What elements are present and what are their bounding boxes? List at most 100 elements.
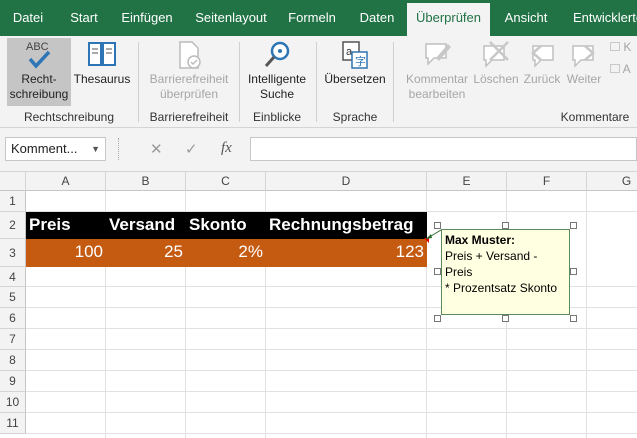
column-header-b[interactable]: B: [106, 172, 186, 191]
row-header-10[interactable]: 10: [0, 392, 26, 413]
next-comment-button[interactable]: Weiter: [564, 38, 604, 87]
show-comment-button[interactable]: K: [610, 40, 631, 54]
smart-lookup-label-2: Suche: [259, 87, 295, 101]
show-all-comments-button[interactable]: A: [610, 62, 631, 76]
column-header-d[interactable]: D: [266, 172, 427, 191]
tab-ueberpruefen[interactable]: Überprüfen: [407, 3, 490, 36]
resize-handle[interactable]: [570, 268, 577, 275]
row-header-11[interactable]: 11: [0, 413, 26, 434]
previous-comment-button[interactable]: Zurück: [520, 38, 564, 87]
tab-seitenlayout[interactable]: Seitenlayout: [184, 0, 278, 36]
cell-c3[interactable]: 2%: [186, 239, 266, 267]
cell-d2[interactable]: Rechnungsbetrag: [266, 212, 427, 239]
cell-a2[interactable]: Preis: [26, 212, 106, 239]
gridline: [26, 433, 637, 434]
gridline: [26, 328, 637, 329]
spelling-check-icon: ABC: [22, 38, 56, 72]
gridline: [26, 412, 637, 413]
group-label-sprache: Sprache: [332, 110, 378, 124]
smart-lookup-button[interactable]: Intelligente Suche: [243, 38, 311, 102]
accessibility-check-button[interactable]: Barrierefreiheit überprüfen: [142, 38, 236, 102]
accessibility-icon: [172, 38, 206, 72]
chevron-down-icon[interactable]: ▼: [91, 138, 100, 160]
gridline: [26, 391, 637, 392]
magnifier-icon: [260, 38, 294, 72]
formula-bar-grip[interactable]: [118, 138, 121, 160]
book-icon: [85, 38, 119, 72]
column-header-a[interactable]: A: [26, 172, 106, 191]
column-header-f[interactable]: F: [507, 172, 587, 191]
spelling-label-2: schreibung: [9, 87, 69, 101]
accessibility-label-2: überprüfen: [159, 87, 219, 101]
formula-bar: Komment... ▼ ✕ ✓ fx: [0, 128, 637, 172]
resize-handle[interactable]: [502, 222, 509, 229]
ribbon: ABC Recht- schreibung Thesaurus Rechtsch…: [0, 36, 637, 128]
tab-entwicklertools[interactable]: Entwicklertools: [562, 0, 637, 36]
edit-comment-label-1: Kommentar: [405, 72, 469, 86]
enter-icon[interactable]: ✓: [185, 140, 198, 158]
row-header-4[interactable]: 4: [0, 267, 26, 287]
resize-handle[interactable]: [502, 315, 509, 322]
row-header-3[interactable]: 3: [0, 239, 26, 267]
tab-start[interactable]: Start: [56, 0, 112, 36]
resize-handle[interactable]: [434, 268, 441, 275]
edit-comment-label-2: bearbeiten: [408, 87, 466, 101]
gridline: [26, 370, 637, 371]
insert-function-icon[interactable]: fx: [221, 140, 232, 157]
group-label-einblicke: Einblicke: [252, 110, 302, 124]
column-header-c[interactable]: C: [186, 172, 266, 191]
row-header-7[interactable]: 7: [0, 329, 26, 350]
group-separator: [316, 42, 317, 122]
comment-box[interactable]: Max Muster: Preis + Versand - Preis * Pr…: [441, 229, 570, 315]
cell-d3[interactable]: 123: [266, 239, 427, 267]
row-header-6[interactable]: 6: [0, 308, 26, 329]
group-separator: [138, 42, 139, 122]
comment-author: Max Muster:: [445, 233, 516, 247]
smart-lookup-label-1: Intelligente: [247, 72, 307, 86]
resize-handle[interactable]: [434, 222, 441, 229]
spelling-button[interactable]: ABC Recht- schreibung: [7, 38, 71, 106]
svg-text:字: 字: [355, 54, 366, 68]
translate-label: Übersetzen: [324, 72, 386, 86]
cell-b3[interactable]: 25: [106, 239, 186, 267]
show-comment-icon: [610, 42, 620, 51]
next-comment-label: Weiter: [566, 72, 602, 86]
thesaurus-button[interactable]: Thesaurus: [72, 38, 132, 87]
row-header-8[interactable]: 8: [0, 350, 26, 371]
translate-button[interactable]: a 字 Übersetzen: [322, 38, 388, 87]
edit-comment-button[interactable]: Kommentar bearbeiten: [402, 38, 472, 102]
row-header-2[interactable]: 2: [0, 212, 26, 239]
row-header-9[interactable]: 9: [0, 371, 26, 392]
thesaurus-label: Thesaurus: [73, 72, 131, 86]
show-all-comments-icon: [610, 64, 620, 73]
tab-daten[interactable]: Daten: [348, 0, 406, 36]
translate-icon: a 字: [338, 38, 372, 72]
tab-formeln[interactable]: Formeln: [278, 0, 346, 36]
show-comment-label: K: [623, 40, 632, 54]
cell-c2[interactable]: Skonto: [186, 212, 266, 239]
tab-einfuegen[interactable]: Einfügen: [112, 0, 182, 36]
cancel-icon[interactable]: ✕: [150, 140, 163, 158]
cell-a3[interactable]: 100: [26, 239, 106, 267]
delete-comment-button[interactable]: Löschen: [472, 38, 520, 87]
resize-handle[interactable]: [434, 315, 441, 322]
previous-comment-label: Zurück: [523, 72, 561, 86]
tab-ansicht[interactable]: Ansicht: [492, 0, 560, 36]
formula-input[interactable]: [250, 137, 637, 161]
resize-handle[interactable]: [570, 222, 577, 229]
name-box-value: Komment...: [11, 141, 78, 156]
svg-text:ABC: ABC: [26, 41, 49, 53]
cell-b2[interactable]: Versand: [106, 212, 186, 239]
tab-datei[interactable]: Datei: [0, 0, 56, 36]
name-box[interactable]: Komment... ▼: [5, 137, 106, 161]
edit-comment-icon: [420, 38, 454, 72]
row-header-1[interactable]: 1: [0, 191, 26, 212]
column-header-g[interactable]: G: [587, 172, 637, 191]
resize-handle[interactable]: [570, 315, 577, 322]
comment-line-2: * Prozentsatz Skonto: [445, 281, 558, 295]
select-all-corner[interactable]: [0, 172, 26, 191]
spelling-label-1: Recht-: [21, 72, 57, 86]
column-header-e[interactable]: E: [427, 172, 507, 191]
row-header-5[interactable]: 5: [0, 287, 26, 308]
group-label-kommentare: Kommentare: [560, 110, 630, 124]
